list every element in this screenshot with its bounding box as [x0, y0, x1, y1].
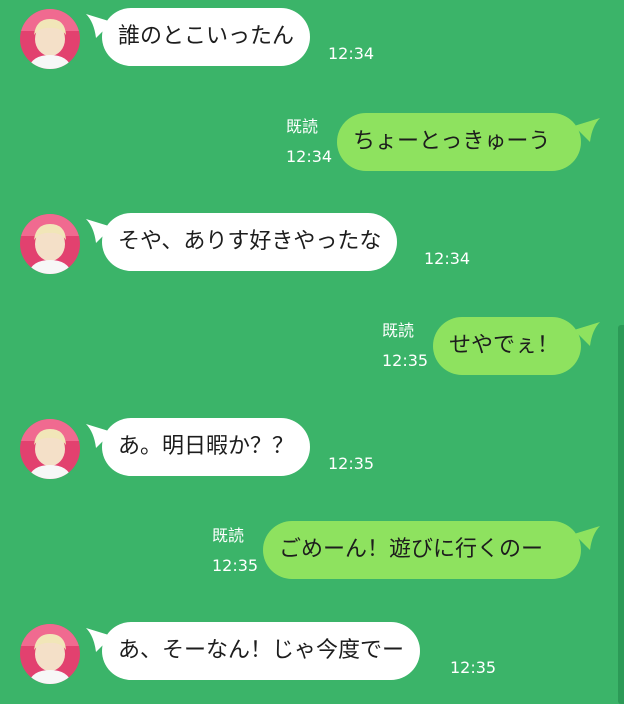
chat-screen[interactable]: 誰のとこいったん 12:34 既読 12:34 ちょーとっきゅーう そや、ありす… — [0, 0, 624, 704]
message-text: あ、そーなん！じゃ今度でー — [118, 638, 405, 663]
message-time: 12:34 — [424, 249, 471, 268]
message-text: 誰のとこいったん — [118, 24, 295, 49]
message-bubble-outgoing[interactable]: ごめーん！遊びに行くのー — [263, 521, 581, 579]
bubble-tail — [574, 526, 600, 550]
message-time: 12:34 — [286, 147, 333, 166]
message-text: ちょーとっきゅーう — [353, 129, 551, 154]
message-time: 12:35 — [382, 351, 429, 370]
message-text: あ。明日暇か？？ — [118, 434, 295, 459]
read-receipt: 既読 — [212, 526, 245, 545]
message-bubble-outgoing[interactable]: ちょーとっきゅーう — [337, 113, 581, 171]
bubble-tail — [574, 322, 600, 346]
message-text: ごめーん！遊びに行くのー — [279, 537, 544, 562]
message-bubble-incoming[interactable]: あ、そーなん！じゃ今度でー — [102, 622, 421, 680]
message-time: 12:35 — [212, 556, 259, 575]
message-bubble-outgoing[interactable]: せやでぇ！ — [433, 317, 581, 375]
read-receipt: 既読 — [382, 321, 415, 340]
message-bubble-incoming[interactable]: あ。明日暇か？？ — [102, 418, 311, 476]
message-time: 12:35 — [450, 658, 497, 677]
scrollbar[interactable] — [618, 325, 624, 704]
avatar[interactable] — [20, 624, 80, 684]
message-text: せやでぇ！ — [449, 333, 560, 358]
bubble-tail — [574, 118, 600, 142]
message-time: 12:35 — [328, 454, 375, 473]
message-bubble-incoming[interactable]: そや、ありす好きやったな — [102, 213, 398, 271]
avatar[interactable] — [20, 214, 80, 274]
avatar[interactable] — [20, 9, 80, 69]
read-receipt: 既読 — [286, 117, 319, 136]
message-time: 12:34 — [328, 44, 375, 63]
message-bubble-incoming[interactable]: 誰のとこいったん — [102, 8, 311, 66]
avatar[interactable] — [20, 419, 80, 479]
message-text: そや、ありす好きやったな — [118, 229, 382, 254]
